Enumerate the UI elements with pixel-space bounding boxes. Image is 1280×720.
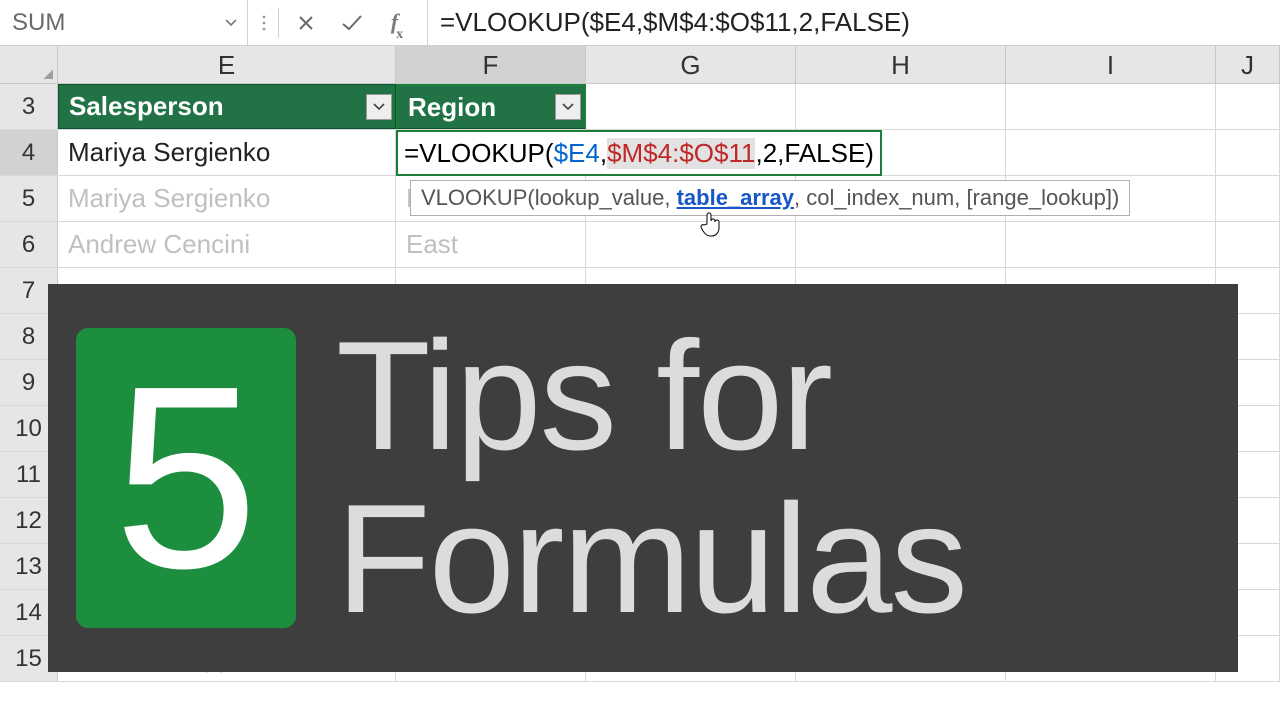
chevron-down-icon — [562, 103, 574, 111]
cell[interactable] — [796, 222, 1006, 267]
enter-button[interactable] — [329, 0, 375, 46]
formula-text: , — [600, 138, 607, 169]
row-6: 6 Andrew Cencini East — [0, 222, 1280, 268]
formula-ref-2: $M$4:$O$11 — [607, 138, 755, 169]
cell[interactable] — [586, 84, 796, 129]
name-box-wrap: SUM — [0, 0, 248, 45]
row-header-5[interactable]: 5 — [0, 176, 58, 221]
formula-bar-buttons: fx — [248, 0, 427, 45]
check-icon — [341, 14, 363, 32]
filter-button[interactable] — [366, 94, 392, 120]
chevron-down-icon — [373, 103, 385, 111]
overlay-banner: 5 Tips for Formulas — [48, 284, 1238, 672]
formula-text: ,2,FALSE) — [755, 138, 874, 169]
fx-icon: fx — [391, 9, 405, 39]
filter-button[interactable] — [555, 94, 581, 120]
formula-bar: SUM fx =VLOOKUP($E4,$M$4:$O$11,2,FALSE) — [0, 0, 1280, 46]
table-header-region[interactable]: Region — [396, 84, 586, 129]
cell-E5[interactable]: Mariya Sergienko — [58, 176, 396, 221]
table-header-label: Region — [408, 92, 496, 123]
row-header-3[interactable]: 3 — [0, 84, 58, 129]
tooltip-active-arg[interactable]: table_array — [677, 185, 794, 210]
col-header-G[interactable]: G — [586, 46, 796, 83]
cell[interactable] — [1216, 176, 1280, 221]
table-header-label: Salesperson — [69, 91, 224, 122]
banner-line-1: Tips for — [336, 315, 966, 478]
row-header-6[interactable]: 6 — [0, 222, 58, 267]
cell[interactable] — [586, 222, 796, 267]
tooltip-arg: lookup_value, — [535, 185, 677, 210]
tooltip-fn: VLOOKUP( — [421, 185, 535, 210]
cursor-icon — [700, 210, 724, 238]
cell[interactable] — [1006, 222, 1216, 267]
function-tooltip[interactable]: VLOOKUP(lookup_value, table_array, col_i… — [410, 180, 1130, 216]
x-icon — [297, 14, 315, 32]
row-header-4[interactable]: 4 — [0, 130, 58, 175]
cell-E4[interactable]: Mariya Sergienko — [58, 130, 396, 175]
col-header-I[interactable]: I — [1006, 46, 1216, 83]
cell[interactable] — [1006, 84, 1216, 129]
name-box[interactable]: SUM — [6, 7, 221, 39]
cell[interactable] — [1006, 130, 1216, 175]
banner-title: Tips for Formulas — [336, 315, 966, 641]
formula-text: =VLOOKUP( — [404, 138, 554, 169]
row-3: 3 Salesperson Region — [0, 84, 1280, 130]
col-header-J[interactable]: J — [1216, 46, 1280, 83]
expand-namebox-icon[interactable] — [254, 0, 274, 46]
cell-E6[interactable]: Andrew Cencini — [58, 222, 396, 267]
formula-bar-input[interactable]: =VLOOKUP($E4,$M$4:$O$11,2,FALSE) — [428, 0, 1280, 45]
formula-ref-1: $E4 — [554, 138, 600, 169]
insert-function-button[interactable]: fx — [375, 0, 421, 46]
select-all-button[interactable] — [0, 46, 58, 83]
col-header-F[interactable]: F — [396, 46, 586, 83]
table-header-salesperson[interactable]: Salesperson — [58, 84, 396, 129]
tooltip-arg: , col_index_num, [range_lookup]) — [794, 185, 1119, 210]
name-box-dropdown-icon[interactable] — [221, 13, 241, 33]
banner-number: 5 — [76, 328, 296, 628]
cell[interactable] — [1216, 222, 1280, 267]
cell-F6[interactable]: East — [396, 222, 586, 267]
col-header-H[interactable]: H — [796, 46, 1006, 83]
cell-editor[interactable]: =VLOOKUP($E4,$M$4:$O$11,2,FALSE) — [396, 130, 882, 176]
column-headers: E F G H I J — [0, 46, 1280, 84]
cell[interactable] — [796, 84, 1006, 129]
cell[interactable] — [1216, 130, 1280, 175]
cancel-button[interactable] — [283, 0, 329, 46]
col-header-E[interactable]: E — [58, 46, 396, 83]
cell[interactable] — [1216, 84, 1280, 129]
banner-line-2: Formulas — [336, 478, 966, 641]
